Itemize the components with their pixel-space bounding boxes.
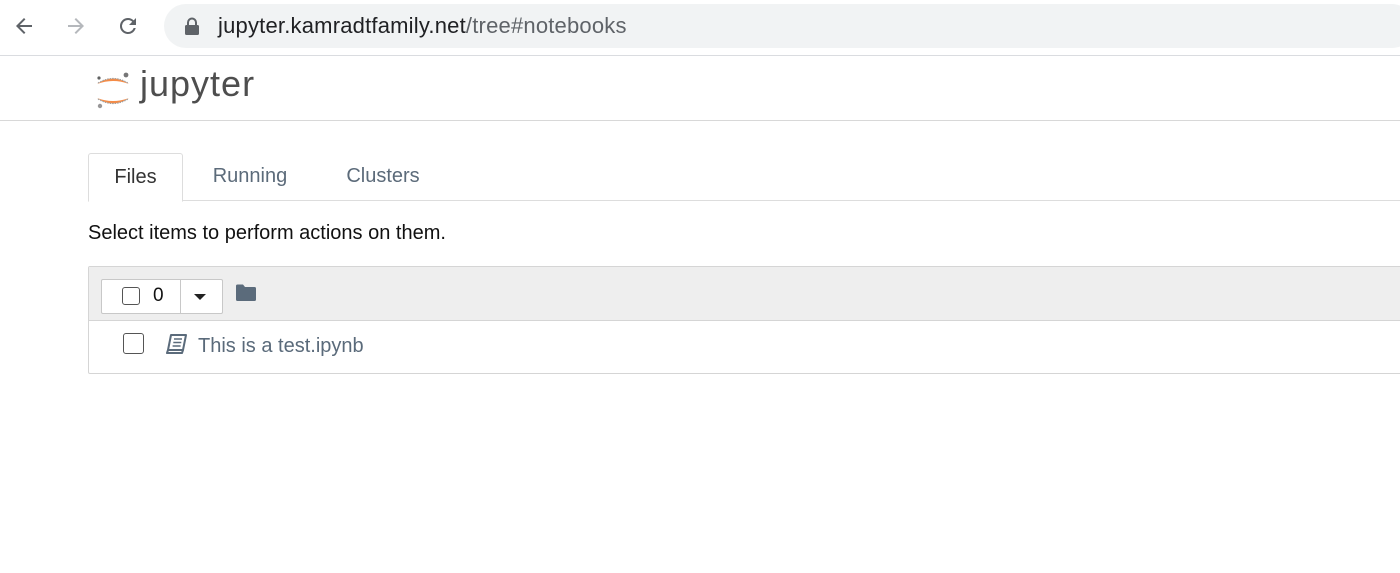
divider	[180, 280, 181, 313]
list-toolbar: 0	[89, 267, 1400, 321]
caret-down-icon[interactable]	[193, 293, 207, 301]
address-bar[interactable]: jupyter.kamradtfamily.net/tree#notebooks	[164, 4, 1400, 48]
folder-icon[interactable]	[235, 284, 257, 302]
back-button[interactable]	[8, 10, 40, 42]
select-all-checkbox[interactable]	[122, 287, 140, 305]
jupyter-wordmark[interactable]: jupyter	[140, 66, 255, 102]
lock-icon	[185, 17, 199, 35]
tab-bar: Files Running Clusters	[88, 153, 1400, 202]
tab-clusters[interactable]: Clusters	[338, 153, 428, 199]
notebook-list: 0 This is a test.ipynb	[88, 266, 1400, 374]
select-all-dropdown[interactable]: 0	[101, 279, 223, 314]
arrow-left-icon	[16, 18, 32, 34]
selection-hint: Select items to perform actions on them.	[88, 222, 446, 244]
list-item[interactable]: This is a test.ipynb	[89, 321, 1400, 373]
book-icon	[166, 334, 187, 354]
jupyter-header: jupyter	[0, 56, 1400, 121]
arrow-right-icon	[68, 18, 84, 34]
browser-toolbar: jupyter.kamradtfamily.net/tree#notebooks	[0, 0, 1400, 56]
url-host: jupyter.kamradtfamily.net	[218, 13, 466, 38]
tab-running[interactable]: Running	[206, 153, 294, 199]
reload-icon	[119, 17, 136, 34]
forward-button[interactable]	[60, 10, 92, 42]
url-path: /tree#notebooks	[465, 13, 627, 38]
notebook-link[interactable]: This is a test.ipynb	[198, 335, 364, 358]
selected-count: 0	[153, 285, 164, 306]
url-text: jupyter.kamradtfamily.net/tree#notebooks	[218, 14, 627, 38]
reload-button[interactable]	[112, 10, 144, 42]
jupyter-logo-icon[interactable]	[92, 64, 134, 114]
item-checkbox[interactable]	[123, 333, 144, 354]
tab-files[interactable]: Files	[88, 153, 183, 202]
